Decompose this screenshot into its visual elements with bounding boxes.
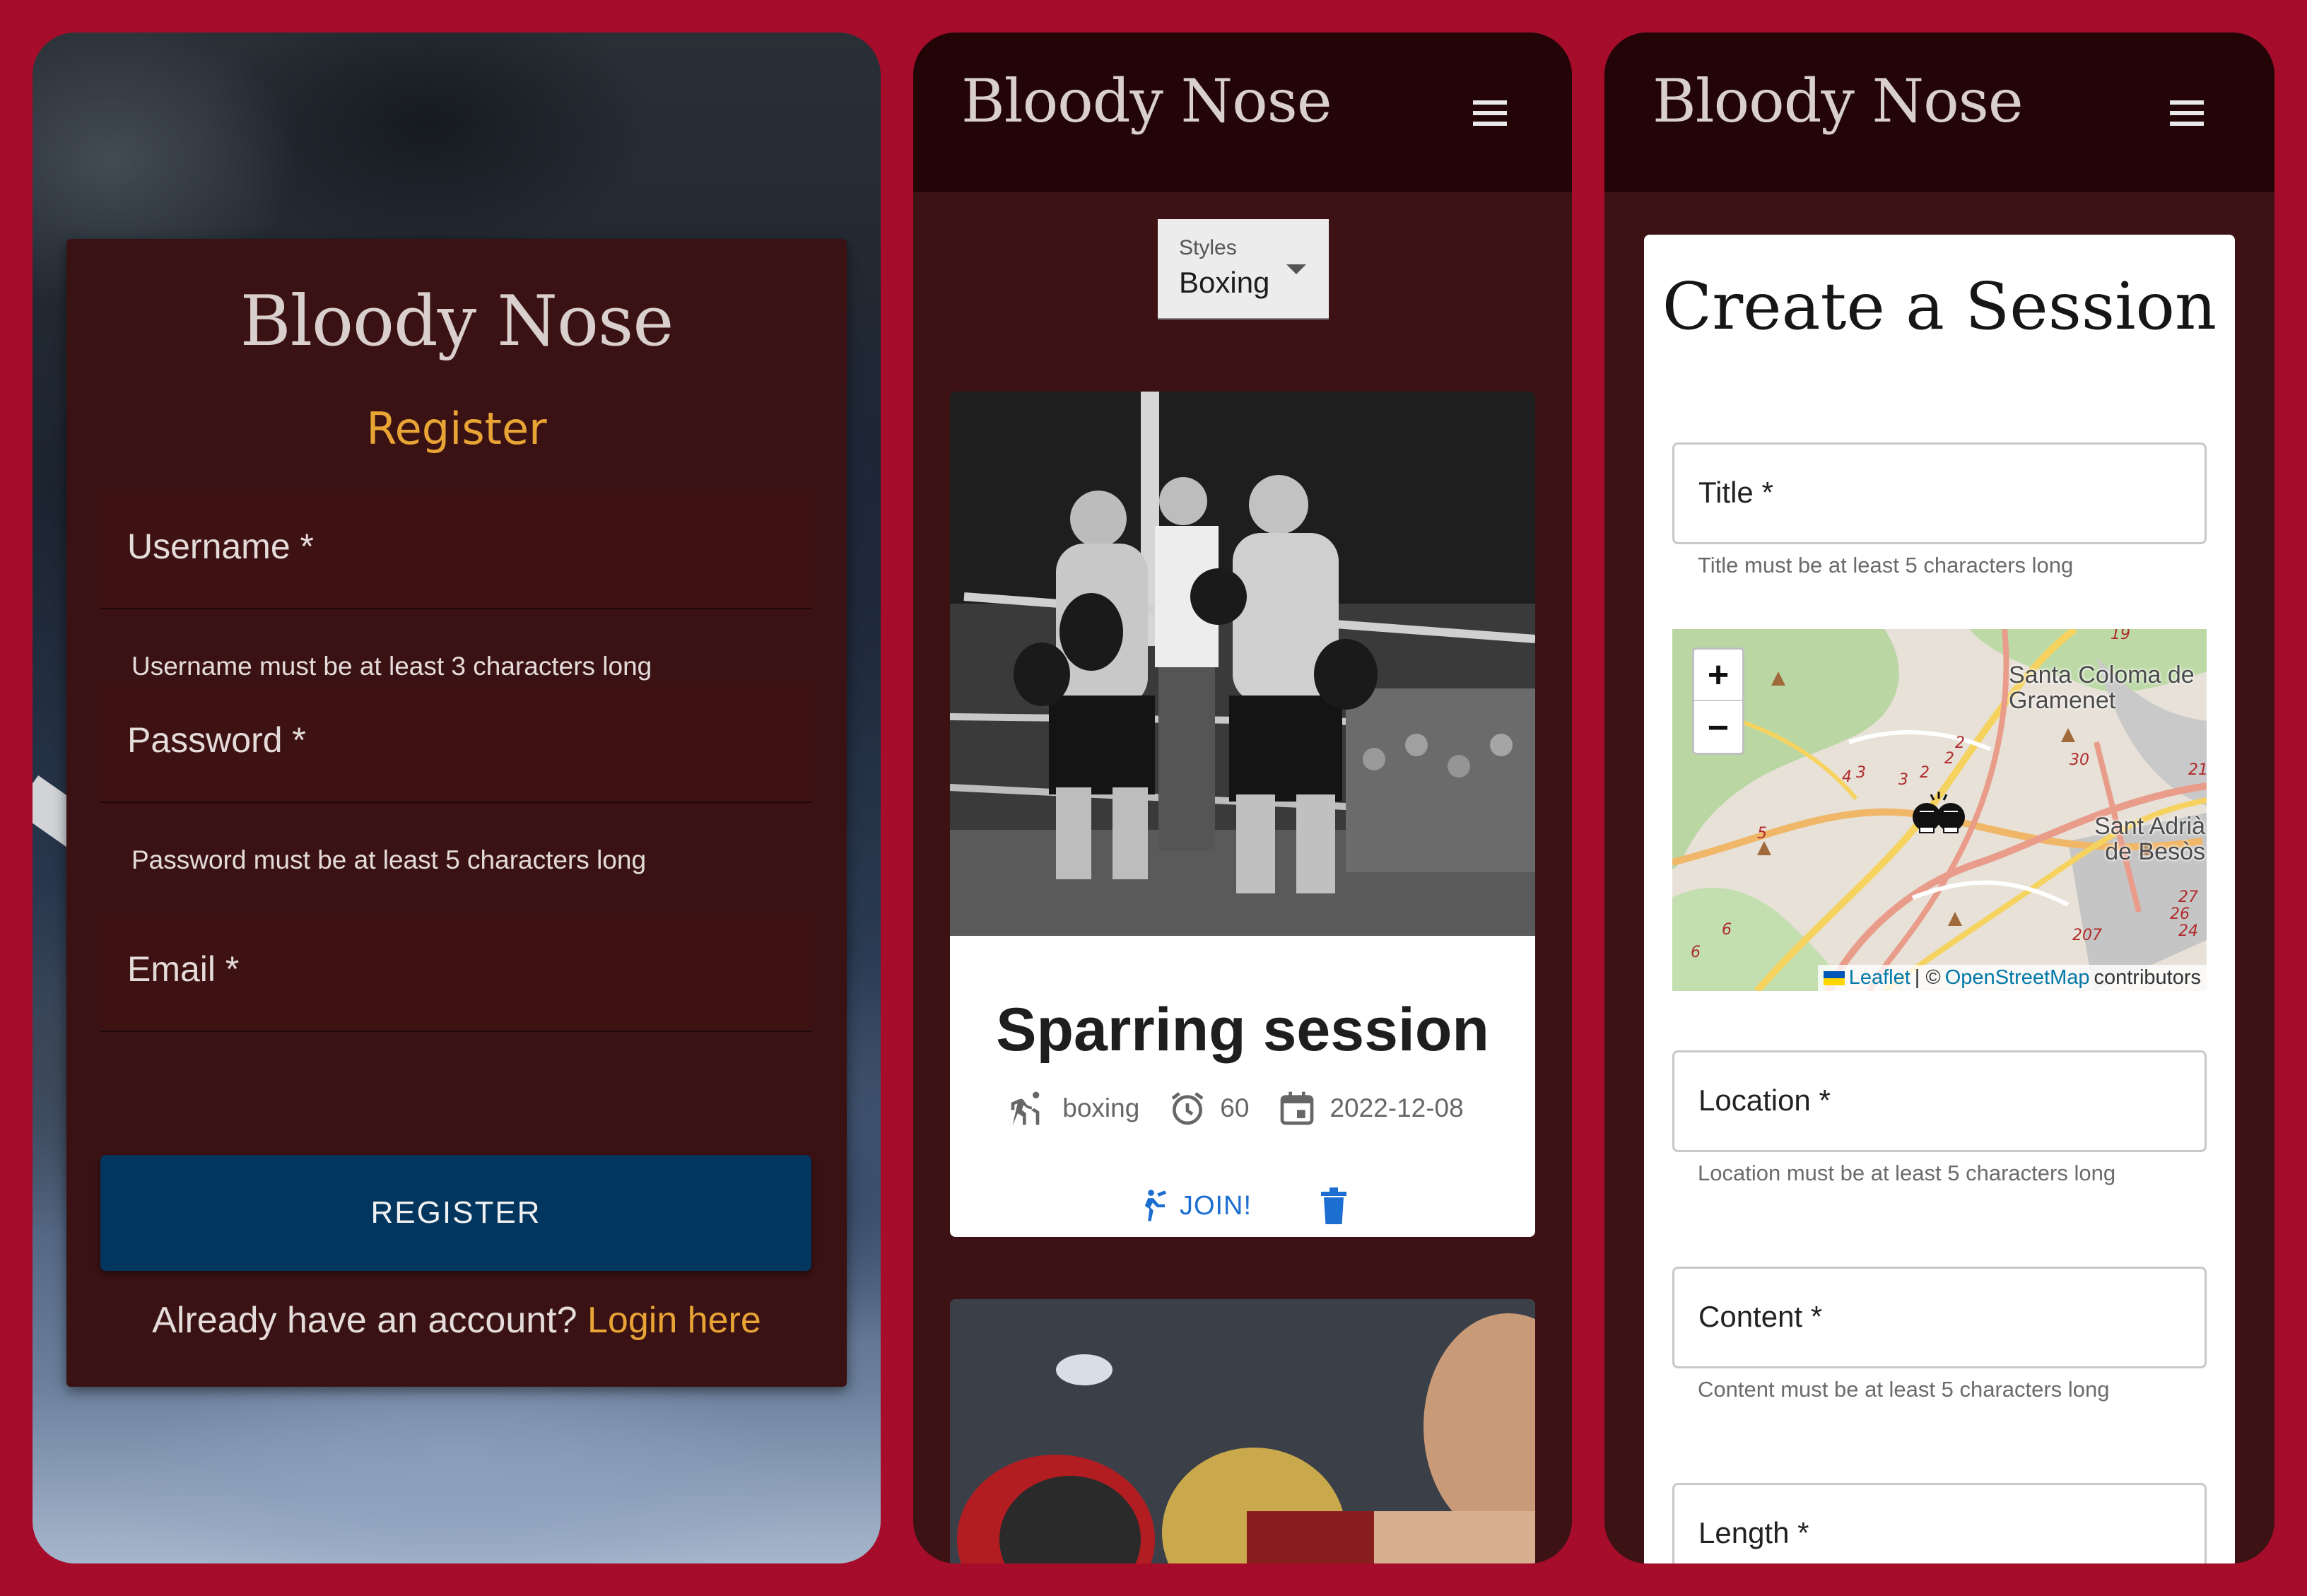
map-place-santa-coloma: Santa Coloma de Gramenet [2009, 662, 2195, 714]
attribution-suffix: contributors [2094, 966, 2201, 989]
session-actions: JOIN! [950, 1186, 1535, 1226]
username-field[interactable]: Username * [100, 491, 811, 609]
register-screen: Bloody Nose Register Username * Username… [33, 33, 881, 1563]
title-helper: Title must be at least 5 characters long [1698, 553, 2074, 577]
register-button[interactable]: REGISTER [100, 1155, 811, 1271]
svg-text:3: 3 [1898, 771, 1908, 789]
svg-text:207: 207 [2072, 927, 2102, 944]
page-title: Create a Session [1662, 269, 2217, 344]
location-field[interactable]: Location * [1672, 1050, 2207, 1152]
location-map[interactable]: 19 2 2 2 3 3 4 30 21 5 27 26 24 207 6 6 … [1672, 629, 2207, 991]
create-session-card: Create a Session Title * Title must be a… [1644, 235, 2235, 1563]
email-label: Email * [127, 949, 240, 989]
password-label: Password * [127, 720, 306, 760]
boxing-gloves-marker-icon[interactable] [1910, 790, 1968, 834]
session-style: boxing [1062, 1093, 1140, 1122]
title-label: Title * [1698, 476, 1773, 509]
session-card-photo [950, 1299, 1535, 1563]
svg-text:2: 2 [1944, 750, 1954, 768]
app-bar: Bloody Nose [913, 33, 1572, 192]
session-title: Sparring session [996, 996, 1489, 1064]
login-prompt: Already have an account? Login here [66, 1299, 847, 1342]
alarm-clock-icon [1171, 1092, 1204, 1125]
styles-select[interactable]: Styles Boxing [1158, 219, 1329, 319]
email-field[interactable]: Email * [100, 913, 811, 1032]
brand-title: Bloody Nose [1653, 66, 2024, 136]
svg-text:6: 6 [1722, 921, 1732, 939]
svg-text:4: 4 [1842, 768, 1852, 786]
svg-text:19: 19 [2111, 629, 2130, 643]
boxing-training-photo [950, 1299, 1535, 1563]
kick-icon [1144, 1190, 1167, 1221]
session-duration: 60 [1220, 1093, 1250, 1122]
map-place-sant-adria: Sant Adrià de Besòs [2094, 813, 2205, 865]
calendar-icon [1281, 1091, 1314, 1125]
map-attribution: Leaflet | © OpenStreetMap contributors [1817, 965, 2207, 991]
brand-title: Bloody Nose [240, 281, 674, 362]
session-meta: boxing 60 2022-12-08 [950, 1089, 1535, 1128]
leaflet-link[interactable]: Leaflet [1849, 966, 1910, 990]
styles-select-value: Boxing [1179, 266, 1270, 299]
svg-text:3: 3 [1856, 764, 1866, 782]
menu-icon[interactable] [1473, 100, 1507, 126]
password-helper: Password must be at least 5 characters l… [131, 845, 647, 874]
martial-arts-icon [1011, 1091, 1040, 1125]
session-card: Sparring session boxing 60 2022-12-08 JO… [950, 392, 1535, 1237]
map-zoom-control: + − [1692, 647, 1744, 755]
svg-text:30: 30 [2070, 751, 2089, 769]
svg-text:26: 26 [2170, 905, 2190, 923]
login-prompt-text: Already have an account? [152, 1300, 577, 1341]
title-field[interactable]: Title * [1672, 442, 2207, 544]
svg-text:2: 2 [1955, 734, 1965, 752]
login-link[interactable]: Login here [587, 1300, 761, 1341]
svg-text:6: 6 [1691, 944, 1701, 961]
styles-select-label: Styles [1179, 236, 1237, 259]
svg-text:24: 24 [2178, 922, 2198, 940]
length-label: Length * [1698, 1516, 1809, 1549]
location-label: Location * [1698, 1084, 1831, 1117]
content-helper: Content must be at least 5 characters lo… [1698, 1377, 2110, 1402]
zoom-in-button[interactable]: + [1694, 650, 1742, 701]
join-button[interactable]: JOIN! [1137, 1186, 1252, 1226]
session-photo [950, 392, 1535, 936]
username-helper: Username must be at least 3 characters l… [131, 652, 652, 681]
session-date: 2022-12-08 [1329, 1093, 1464, 1122]
app-bar: Bloody Nose [1604, 33, 2274, 192]
dropdown-arrow-icon [1286, 264, 1306, 274]
zoom-out-button[interactable]: − [1694, 702, 1742, 753]
svg-text:21: 21 [2188, 761, 2207, 779]
boxing-match-photo [950, 392, 1535, 936]
menu-icon[interactable] [2170, 100, 2204, 126]
length-field[interactable]: Length * [1672, 1483, 2207, 1563]
register-card: Bloody Nose Register Username * Username… [66, 239, 847, 1387]
ukraine-flag-icon [1823, 970, 1845, 985]
svg-text:2: 2 [1920, 764, 1930, 782]
brand-title: Bloody Nose [961, 66, 1332, 136]
location-helper: Location must be at least 5 characters l… [1698, 1161, 2116, 1185]
svg-text:5: 5 [1757, 825, 1767, 843]
join-label: JOIN! [1179, 1190, 1252, 1221]
password-field[interactable]: Password * [100, 684, 811, 803]
svg-text:27: 27 [2178, 888, 2198, 906]
create-session-screen: Bloody Nose Create a Session Title * Tit… [1604, 33, 2274, 1563]
openstreetmap-link[interactable]: OpenStreetMap [1945, 966, 2090, 990]
username-label: Username * [127, 527, 314, 566]
content-label: Content * [1698, 1300, 1823, 1333]
content-field[interactable]: Content * [1672, 1267, 2207, 1368]
trash-icon[interactable] [1320, 1187, 1348, 1224]
sessions-screen: Bloody Nose Styles Boxing Sparring sessi… [913, 33, 1572, 1563]
page-title: Register [366, 403, 547, 454]
attribution-separator: | © [1914, 966, 1941, 989]
